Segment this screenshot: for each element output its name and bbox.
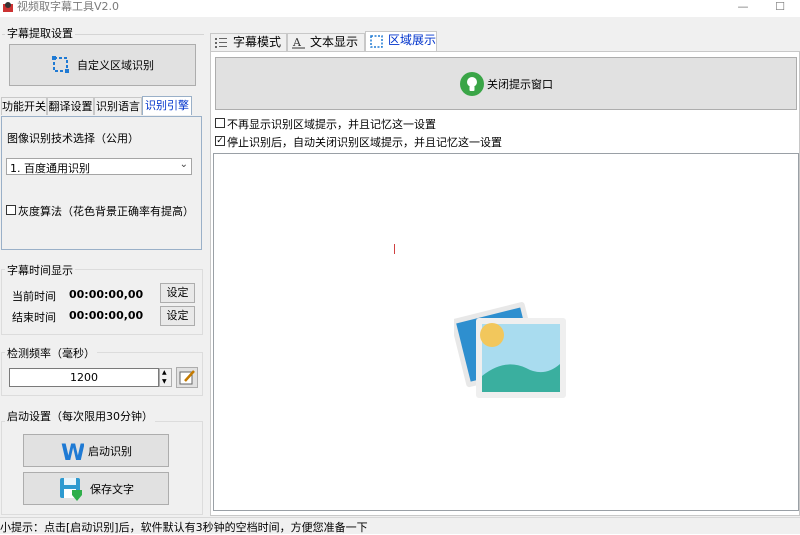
tab-text-display-label: 文本显示 xyxy=(310,35,359,49)
current-time-value: 00:00:00,00 xyxy=(69,288,144,301)
image-placeholder-icon xyxy=(454,302,566,398)
tab-subtitle-mode-label: 字幕模式 xyxy=(233,35,282,49)
subtab-recognition-language[interactable]: 识别语言 xyxy=(94,97,142,115)
region-select-icon xyxy=(52,56,69,73)
app-icon xyxy=(3,2,13,12)
auto-close-label: 停止识别后，自动关闭识别区域提示，并且记忆这一设置 xyxy=(227,136,502,149)
start-recognition-button[interactable]: W 启动识别 xyxy=(23,434,169,467)
text-cursor xyxy=(394,244,395,254)
left-pane: 字幕提取设置 自定义区域识别 功能开关 翻译设置 识别语言 识别引擎 图像识别技… xyxy=(0,17,208,517)
text-a-icon: A xyxy=(292,36,305,49)
save-text-label: 保存文字 xyxy=(90,482,134,496)
close-prompt-button[interactable]: 关闭提示窗口 xyxy=(215,57,797,110)
engine-select[interactable]: 1. 百度通用识别 ⌄ xyxy=(6,158,192,175)
no-show-label: 不再显示识别区域提示，并且记忆这一设置 xyxy=(227,118,436,131)
custom-region-label: 自定义区域识别 xyxy=(77,59,154,72)
custom-region-button[interactable]: 自定义区域识别 xyxy=(9,44,196,86)
time-section-title: 字幕时间显示 xyxy=(5,262,75,278)
freq-input[interactable]: 1200 xyxy=(9,368,159,387)
engine-label: 图像识别技术选择（公用） xyxy=(7,132,139,145)
auto-close-checkbox[interactable]: ✓ xyxy=(215,136,225,146)
word-icon: W xyxy=(61,441,84,463)
region-preview-area xyxy=(213,153,799,511)
svg-text:A: A xyxy=(292,36,302,49)
tab-subtitle-mode[interactable]: 字幕模式 xyxy=(210,33,287,51)
subtab-translate-settings[interactable]: 翻译设置 xyxy=(47,97,94,115)
region-icon xyxy=(370,35,383,48)
start-section-title: 启动设置（每次限用30分钟） xyxy=(5,408,155,424)
extract-section-title: 字幕提取设置 xyxy=(5,25,75,41)
minimize-button[interactable]: — xyxy=(728,0,758,14)
svg-text:W: W xyxy=(61,441,84,463)
region-tab-panel: 关闭提示窗口 不再显示识别区域提示，并且记忆这一设置 ✓ 停止识别后，自动关闭识… xyxy=(210,51,800,516)
close-prompt-label: 关闭提示窗口 xyxy=(487,77,553,91)
tab-text-display[interactable]: A 文本显示 xyxy=(287,33,365,51)
end-time-label: 结束时间 xyxy=(12,311,56,324)
freq-section-title: 检测频率（毫秒） xyxy=(5,345,97,361)
title-bar: 视频取字幕工具V2.0 — ☐ xyxy=(0,0,800,16)
pencil-icon xyxy=(179,370,195,385)
window-title: 视频取字幕工具V2.0 xyxy=(17,0,120,13)
spin-up-icon[interactable]: ▲ xyxy=(162,369,167,377)
engine-select-value: 1. 百度通用识别 xyxy=(10,162,90,175)
freq-spinner[interactable]: ▲ ▼ xyxy=(159,368,172,387)
maximize-button[interactable]: ☐ xyxy=(765,0,795,14)
save-text-button[interactable]: 保存文字 xyxy=(23,472,169,505)
no-show-checkbox[interactable] xyxy=(215,118,225,128)
engine-panel: 图像识别技术选择（公用） 1. 百度通用识别 ⌄ 灰度算法（花色背景正确率有提高… xyxy=(1,116,202,250)
edit-freq-button[interactable] xyxy=(176,367,198,388)
tab-region-display-label: 区域展示 xyxy=(388,33,437,47)
set-end-time-button[interactable]: 设定 xyxy=(160,306,195,326)
settings-subtabs: 功能开关 翻译设置 识别语言 识别引擎 xyxy=(0,96,208,117)
gray-algo-checkbox[interactable] xyxy=(6,205,16,215)
spin-down-icon[interactable]: ▼ xyxy=(162,378,167,386)
gray-algo-label: 灰度算法（花色背景正确率有提高） xyxy=(18,205,194,218)
list-icon xyxy=(215,38,227,48)
save-disk-icon xyxy=(60,477,82,501)
lightbulb-icon xyxy=(460,71,484,96)
subtab-recognition-engine[interactable]: 识别引擎 xyxy=(142,96,192,115)
start-recognition-label: 启动识别 xyxy=(88,444,132,458)
end-time-value: 00:00:00,00 xyxy=(69,309,144,322)
status-bar: 小提示：点击[启动识别]后，软件默认有3秒钟的空档时间，方便您准备一下 xyxy=(0,517,800,534)
chevron-down-icon: ⌄ xyxy=(179,159,188,170)
right-pane: 字幕模式 A 文本显示 区域展示 关闭提示窗口 不再显示识别区域提示，并且记忆这… xyxy=(208,17,800,517)
tab-region-display[interactable]: 区域展示 xyxy=(365,31,437,51)
current-time-label: 当前时间 xyxy=(12,290,56,303)
subtab-function-switch[interactable]: 功能开关 xyxy=(1,97,47,115)
set-current-time-button[interactable]: 设定 xyxy=(160,283,195,303)
